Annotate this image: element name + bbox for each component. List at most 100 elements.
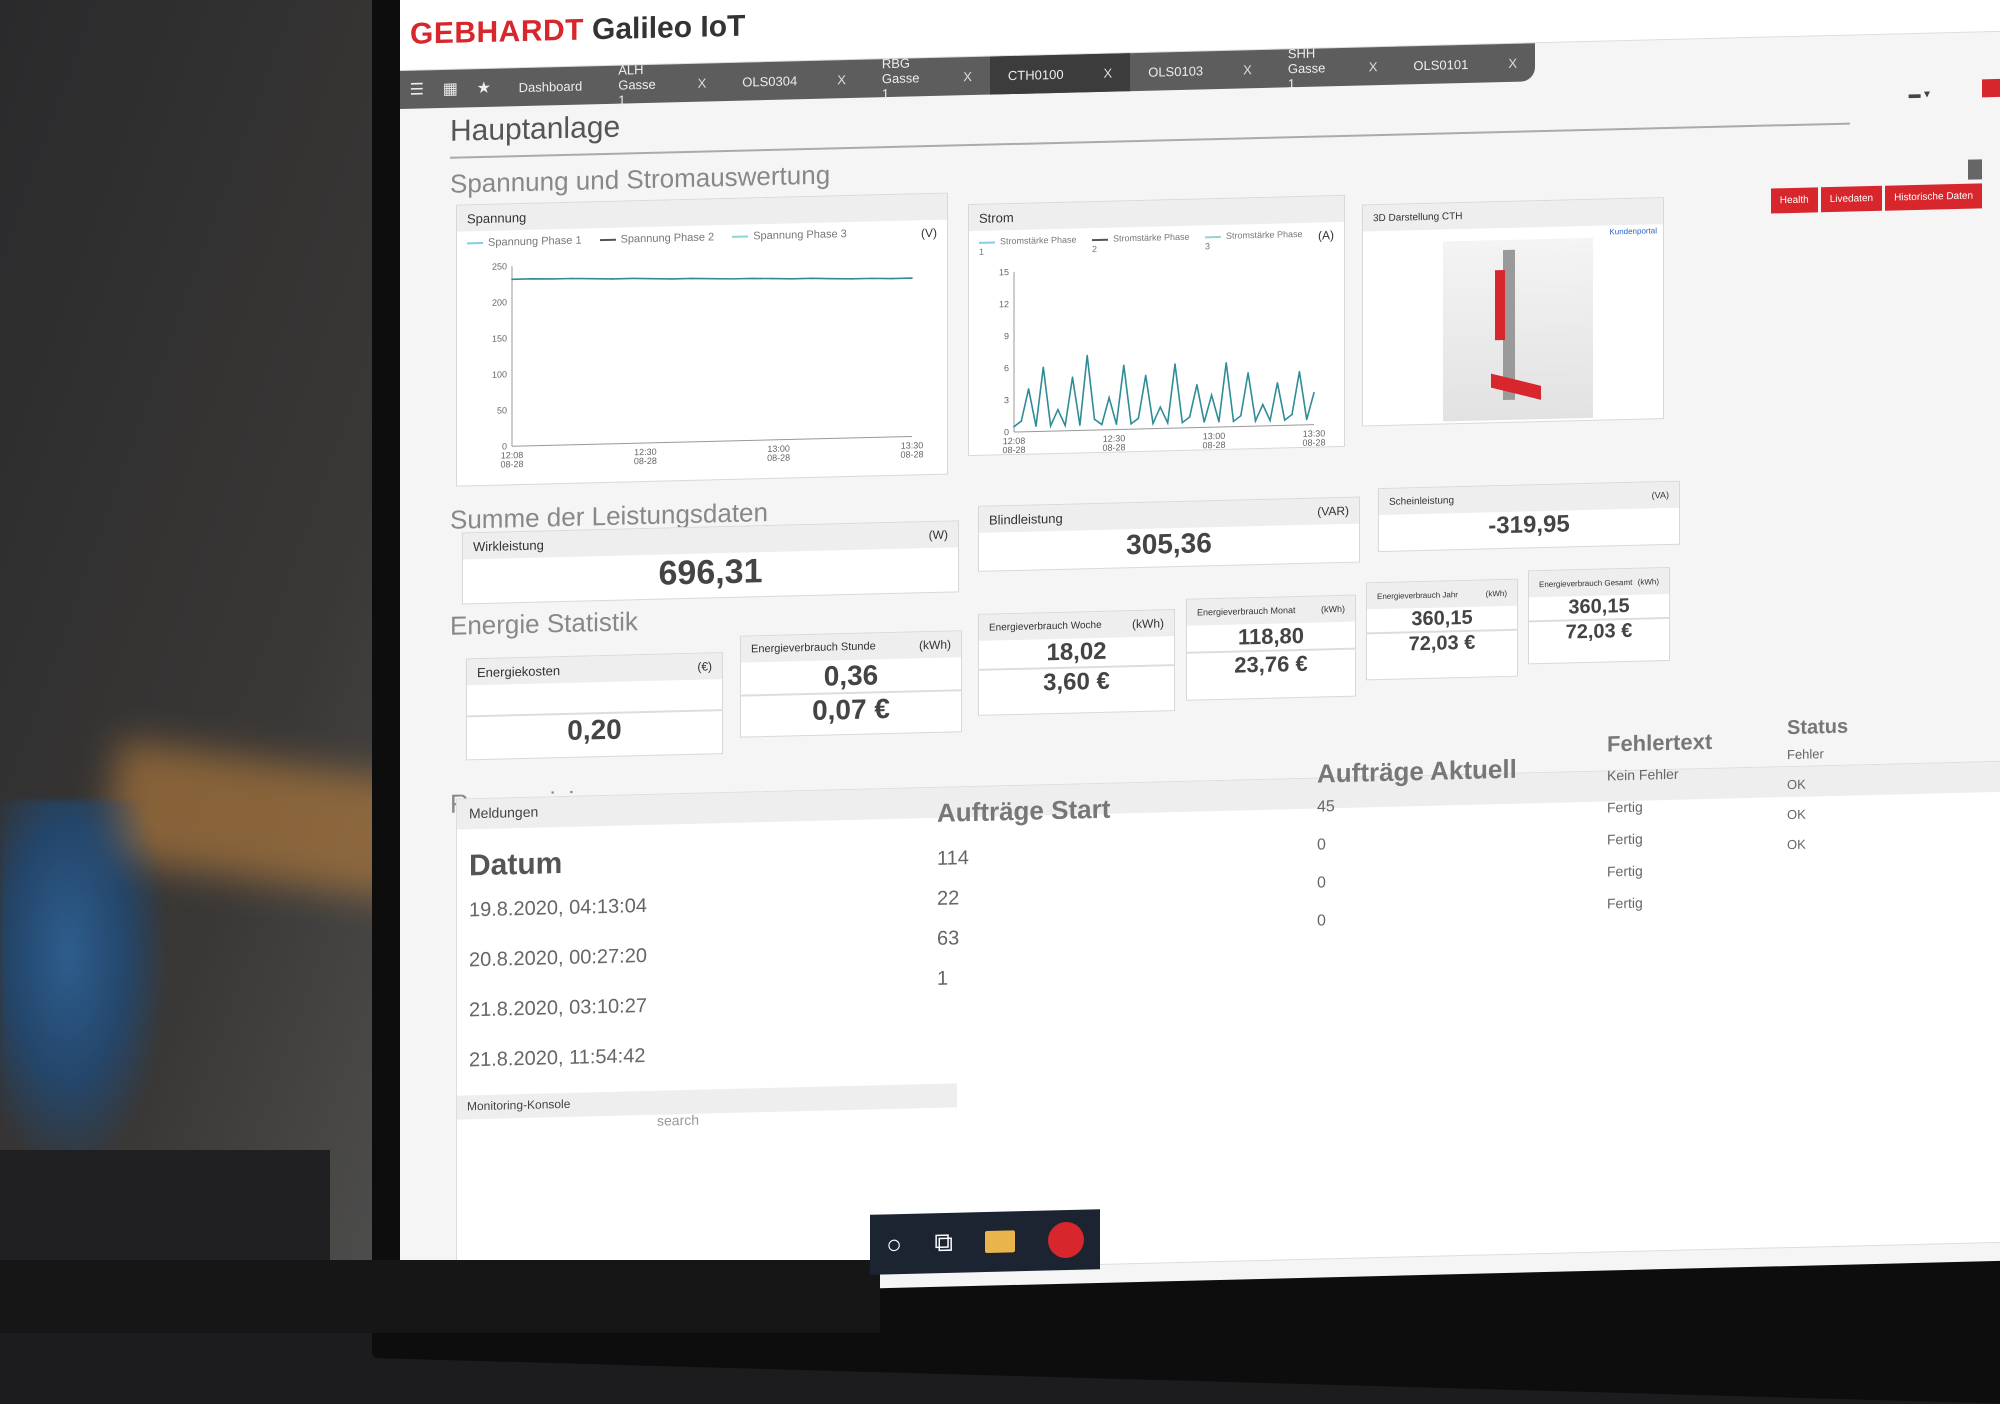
tab-label: SHH Gasse 1 [1287,45,1326,91]
cell-fehlertext: Fertig [1607,830,1643,848]
cell-status: OK [1787,836,1806,853]
y-tick-label: 50 [497,405,507,415]
card-header: Energieverbrauch Monat (kWh) [1187,595,1355,626]
column-header-status[interactable]: Status [1787,716,1848,740]
y-tick-label: 12 [999,299,1009,309]
unit-label: (kWh) [1132,616,1164,632]
legend-item[interactable]: Stromstärke Phase 3 [1205,229,1310,251]
legend-item[interactable]: Stromstärke Phase 1 [979,234,1084,257]
menu-icon[interactable]: ☰ [400,79,434,100]
x-tick-label: 08-28 [1202,440,1225,451]
tab-shh-gasse-1[interactable]: SHH Gasse 1 X [1270,45,1396,91]
tab-alh-gasse-1[interactable]: ALH Gasse 1 X [600,62,724,108]
tab-ols0103[interactable]: OLS0103 X [1130,50,1270,91]
machine-base [1491,373,1541,400]
legend-label: Stromstärke Phase 2 [1092,231,1190,255]
legend-label: Spannung Phase 1 [488,234,582,249]
cell-start: 114 [937,847,969,870]
logout-button[interactable] [1982,78,2000,98]
y-tick-label: 9 [1004,331,1009,341]
column-header-fehlertext[interactable]: Fehlertext [1607,729,1712,758]
column-header-auftraege-start[interactable]: Aufträge Start [937,794,1110,829]
card-title: Energiekosten [477,662,561,680]
legend-item[interactable]: Stromstärke Phase 2 [1092,231,1197,255]
blindleistung-card: Blindleistung (VAR) 305,36 [978,496,1360,572]
card-title: Energieverbrauch Monat [1197,605,1296,618]
tab-dashboard[interactable]: Dashboard [501,66,601,106]
tab-label: RBG Gasse 1 [881,55,920,101]
unit-label: (W) [928,527,948,543]
card-title: Energieverbrauch Gesamt [1539,577,1633,589]
scheinleistung-card: Scheinleistung (VA) -319,95 [1378,480,1680,553]
cell-datum: 21.8.2020, 03:10:27 [469,994,647,1022]
close-icon[interactable]: X [1508,55,1517,70]
legend-item[interactable]: Spannung Phase 3 [732,228,847,245]
scheinleistung-value: -319,95 [1488,510,1570,540]
collapse-button[interactable] [1968,159,1982,180]
energy-kwh-value: 360,15 [1568,594,1630,619]
voltage-line-chart[interactable]: 25020015010050012:0808-2812:3008-2813:00… [457,246,947,478]
close-icon[interactable]: X [1369,59,1378,74]
y-tick-label: 6 [1004,363,1009,373]
x-tick-label: 08-28 [634,456,657,467]
table-caption: Meldungen [457,761,2000,830]
app-icon[interactable] [1047,1221,1084,1259]
close-icon[interactable]: X [698,75,707,90]
machine-red-part [1495,269,1505,341]
cell-aktuell: 0 [1317,836,1326,854]
legend-item[interactable]: Spannung Phase 2 [599,231,714,248]
grid-icon[interactable]: ▦ [434,78,468,99]
tab-cth0100[interactable]: CTH0100 X [989,53,1131,95]
voltage-chart-card: Spannung Spannung Phase 1 Spannung Phase… [456,192,948,487]
card-title: Scheinleistung [1389,494,1455,508]
search-circle-icon[interactable]: ○ [886,1229,902,1260]
wirkleistung-card: Wirkleistung (W) 696,31 [462,520,959,605]
history-button[interactable]: Historische Daten [1885,183,1982,211]
cell-status: OK [1787,806,1806,823]
energy-card-total: Energieverbrauch Gesamt (kWh) 360,15 72,0… [1528,566,1670,665]
y-tick-label: 100 [492,369,507,379]
unit-label: (kWh) [1485,588,1507,598]
health-button[interactable]: Health [1770,187,1818,214]
monitoring-console-header[interactable]: Monitoring-Konsole [457,1083,957,1120]
brand-logo: GEBHARDT [410,13,584,51]
x-axis [512,435,912,447]
y-tick-label: 15 [999,267,1009,277]
column-header-auftraege-aktuell[interactable]: Aufträge Aktuell [1317,754,1517,790]
close-icon[interactable]: X [963,69,972,84]
current-line-chart[interactable]: 1512963012:0808-2812:3008-2813:0008-2813… [969,254,1344,463]
console-search[interactable]: search [657,1112,699,1129]
cell-fehlertext: Kein Fehler [1607,765,1679,784]
tab-ols0304[interactable]: OLS0304 X [724,60,864,101]
column-header-datum[interactable]: Datum [469,847,562,883]
y-tick-label: 150 [492,333,507,343]
tab-rbg-gasse-1[interactable]: RBG Gasse 1 X [864,55,990,101]
cell-aktuell: 45 [1317,798,1335,816]
tab-ols0101[interactable]: OLS0101 X [1395,43,1535,84]
desk-foreground [0,1260,880,1333]
star-icon[interactable]: ★ [467,78,501,99]
cell-fehlertext: Fertig [1607,894,1643,912]
close-icon[interactable]: X [1104,65,1113,80]
cell-start: 63 [937,927,960,950]
app-screen: GEBHARDT Galileo IoT ☰ ▦ ★ Dashboard ALH… [400,0,2000,1300]
card-title: Energieverbrauch Jahr [1377,589,1458,601]
network-cable [0,800,170,1180]
machine-3d-view[interactable] [1443,237,1593,422]
close-icon[interactable]: X [837,72,846,87]
energy-kwh-value: 118,80 [1237,622,1305,650]
livedata-button[interactable]: Livedaten [1820,185,1883,213]
cell-status: OK [1787,776,1806,793]
language-flag-icon[interactable]: ▬ ▾ [1909,87,1930,102]
task-view-icon[interactable]: ⧉ [934,1227,953,1259]
folder-icon[interactable] [985,1230,1016,1253]
x-tick-label: 08-28 [1302,437,1325,448]
close-icon[interactable]: X [1243,62,1252,77]
legend-item[interactable]: Spannung Phase 1 [467,235,582,252]
series-line [1013,355,1315,429]
x-tick-label: 08-28 [1002,445,1025,456]
energy-cost-value: 0,07 € [741,689,961,729]
current-chart-card: Strom Stromstärke Phase 1 Stromstärke Ph… [968,194,1345,457]
cell-fehlertext: Fertig [1607,862,1643,880]
unit-label: (kWh) [919,637,951,653]
